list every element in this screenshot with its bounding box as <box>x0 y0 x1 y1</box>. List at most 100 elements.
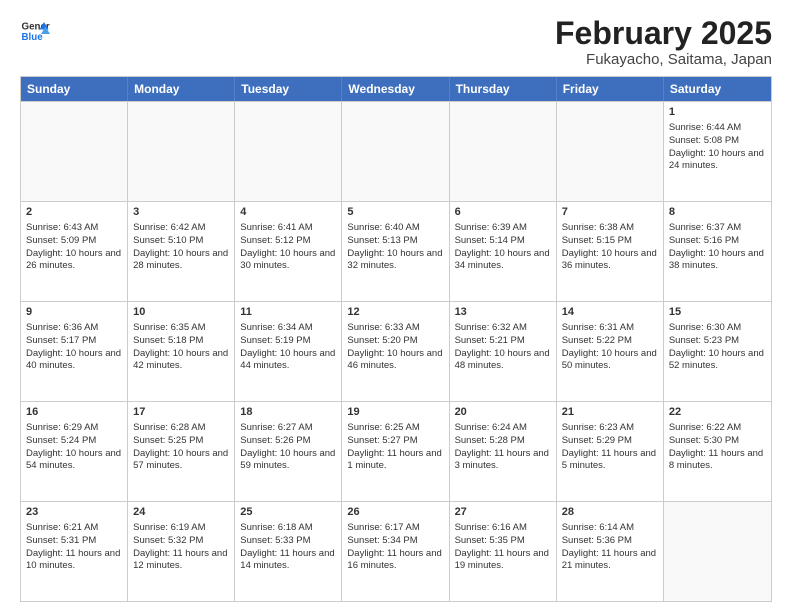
cell-4-4: 27Sunrise: 6:16 AMSunset: 5:35 PMDayligh… <box>450 502 557 601</box>
cell-info-line: Sunrise: 6:27 AM <box>240 422 336 435</box>
cell-info-line: Sunrise: 6:29 AM <box>26 422 122 435</box>
cell-info-line: Sunset: 5:35 PM <box>455 535 551 548</box>
main-title: February 2025 <box>555 16 772 51</box>
week-row-3: 16 Sunrise: 6:29 AMSunset: 5:24 PM Dayligh… <box>21 401 771 501</box>
cell-0-4 <box>450 102 557 201</box>
cell-1-1: 3Sunrise: 6:42 AMSunset: 5:10 PMDaylight… <box>128 202 235 301</box>
cell-info-line: Sunset: 5:24 PM <box>26 435 122 448</box>
cell-info-line: Sunrise: 6:17 AM <box>347 522 443 535</box>
header-saturday: Saturday <box>664 77 771 101</box>
cell-0-1 <box>128 102 235 201</box>
cell-info-line: Daylight: 10 hours and 36 minutes. <box>562 248 658 274</box>
cell-4-6 <box>664 502 771 601</box>
cell-info-line: Daylight: 11 hours and 1 minute. <box>347 448 443 474</box>
title-block: February 2025 Fukayacho, Saitama, Japan <box>555 16 772 68</box>
cell-info-line: Daylight: 11 hours and 12 minutes. <box>133 548 229 574</box>
cell-0-5 <box>557 102 664 201</box>
day-number-16: 16 <box>26 405 122 420</box>
cell-info-line: Daylight: 10 hours and 50 minutes. <box>562 348 658 374</box>
day-number-13: 13 <box>455 305 551 320</box>
cell-info-line: Sunrise: 6:19 AM <box>133 522 229 535</box>
cell-info-line: Sunset: 5:26 PM <box>240 435 336 448</box>
cell-0-6: 1Sunrise: 6:44 AMSunset: 5:08 PMDaylight… <box>664 102 771 201</box>
cell-2-6: 15Sunrise: 6:30 AMSunset: 5:23 PMDayligh… <box>664 302 771 401</box>
cell-3-1: 17Sunrise: 6:28 AMSunset: 5:25 PMDayligh… <box>128 402 235 501</box>
cell-info-line: Sunset: 5:28 PM <box>455 435 551 448</box>
cell-info-line: Sunrise: 6:37 AM <box>669 222 766 235</box>
cell-0-3 <box>342 102 449 201</box>
cell-info-line: Sunrise: 6:36 AM <box>26 322 122 335</box>
cell-info-line: Sunrise: 6:22 AM <box>669 422 766 435</box>
cell-info-line: Sunrise: 6:41 AM <box>240 222 336 235</box>
cell-info-line: Sunrise: 6:28 AM <box>133 422 229 435</box>
header: General Blue February 2025 Fukayacho, Sa… <box>20 16 772 68</box>
cell-info-line: Daylight: 10 hours and 57 minutes. <box>133 448 229 474</box>
day-number-12: 12 <box>347 305 443 320</box>
cell-4-2: 25Sunrise: 6:18 AMSunset: 5:33 PMDayligh… <box>235 502 342 601</box>
cell-info-line: Sunrise: 6:42 AM <box>133 222 229 235</box>
cell-2-2: 11Sunrise: 6:34 AMSunset: 5:19 PMDayligh… <box>235 302 342 401</box>
cell-info-line: Sunset: 5:21 PM <box>455 335 551 348</box>
cell-info-line: Sunset: 5:13 PM <box>347 235 443 248</box>
day-number-4: 4 <box>240 205 336 220</box>
day-number-15: 15 <box>669 305 766 320</box>
header-thursday: Thursday <box>450 77 557 101</box>
cell-info-line: Sunset: 5:12 PM <box>240 235 336 248</box>
cell-3-4: 20Sunrise: 6:24 AMSunset: 5:28 PMDayligh… <box>450 402 557 501</box>
cell-3-3: 19Sunrise: 6:25 AMSunset: 5:27 PMDayligh… <box>342 402 449 501</box>
cell-info-line: Daylight: 10 hours and 30 minutes. <box>240 248 336 274</box>
cell-1-6: 8Sunrise: 6:37 AMSunset: 5:16 PMDaylight… <box>664 202 771 301</box>
week-row-2: 9Sunrise: 6:36 AMSunset: 5:17 PMDaylight… <box>21 301 771 401</box>
cell-info-line: Daylight: 11 hours and 10 minutes. <box>26 548 122 574</box>
week-row-1: 2Sunrise: 6:43 AMSunset: 5:09 PMDaylight… <box>21 201 771 301</box>
cell-2-4: 13Sunrise: 6:32 AMSunset: 5:21 PMDayligh… <box>450 302 557 401</box>
cell-info-line: Sunrise: 6:34 AM <box>240 322 336 335</box>
cell-info-line: Sunrise: 6:33 AM <box>347 322 443 335</box>
cell-info-line: Sunset: 5:15 PM <box>562 235 658 248</box>
cell-info-line: Sunrise: 6:23 AM <box>562 422 658 435</box>
cell-1-0: 2Sunrise: 6:43 AMSunset: 5:09 PMDaylight… <box>21 202 128 301</box>
calendar: Sunday Monday Tuesday Wednesday Thursday… <box>20 76 772 602</box>
cell-info-line: Sunset: 5:36 PM <box>562 535 658 548</box>
day-number-3: 3 <box>133 205 229 220</box>
cell-1-2: 4 Sunrise: 6:41 AMSunset: 5:12 PMDaylight… <box>235 202 342 301</box>
day-number-2: 2 <box>26 205 122 220</box>
header-wednesday: Wednesday <box>342 77 449 101</box>
cell-info-line: Sunset: 5:32 PM <box>133 535 229 548</box>
cell-info-line: Daylight: 10 hours and 32 minutes. <box>347 248 443 274</box>
cell-3-5: 21Sunrise: 6:23 AMSunset: 5:29 PMDayligh… <box>557 402 664 501</box>
day-number-7: 7 <box>562 205 658 220</box>
day-number-20: 20 <box>455 405 551 420</box>
page: General Blue February 2025 Fukayacho, Sa… <box>0 0 792 612</box>
cell-3-6: 22Sunrise: 6:22 AMSunset: 5:30 PMDayligh… <box>664 402 771 501</box>
day-number-6: 6 <box>455 205 551 220</box>
day-number-1: 1 <box>669 105 766 120</box>
calendar-body: 1Sunrise: 6:44 AMSunset: 5:08 PMDaylight… <box>21 101 771 601</box>
cell-3-0: 16Sunrise: 6:29 AMSunset: 5:24 PMDayligh… <box>21 402 128 501</box>
cell-info-line: Daylight: 11 hours and 19 minutes. <box>455 548 551 574</box>
cell-info-line: Sunset: 5:22 PM <box>562 335 658 348</box>
cell-info-line: Daylight: 10 hours and 44 minutes. <box>240 348 336 374</box>
cell-info-line: Sunset: 5:19 PM <box>240 335 336 348</box>
logo-icon: General Blue <box>20 16 50 46</box>
cell-info-line: Sunrise: 6:32 AM <box>455 322 551 335</box>
day-number-22: 22 <box>669 405 766 420</box>
cell-info-line: Sunset: 5:20 PM <box>347 335 443 348</box>
cell-info-line: Sunset: 5:27 PM <box>347 435 443 448</box>
cell-info-line: Sunrise: 6:40 AM <box>347 222 443 235</box>
cell-info-line: Daylight: 10 hours and 46 minutes. <box>347 348 443 374</box>
cell-info-line: Sunset: 5:14 PM <box>455 235 551 248</box>
cell-info-line: Daylight: 10 hours and 42 minutes. <box>133 348 229 374</box>
cell-4-1: 24Sunrise: 6:19 AMSunset: 5:32 PMDayligh… <box>128 502 235 601</box>
subtitle: Fukayacho, Saitama, Japan <box>555 51 772 68</box>
cell-info-line: Sunset: 5:33 PM <box>240 535 336 548</box>
day-number-23: 23 <box>26 505 122 520</box>
cell-info-line: Sunrise: 6:16 AM <box>455 522 551 535</box>
cell-2-3: 12 Sunrise: 6:33 AMSunset: 5:20 PMDayligh… <box>342 302 449 401</box>
day-number-28: 28 <box>562 505 658 520</box>
cell-2-1: 10Sunrise: 6:35 AMSunset: 5:18 PMDayligh… <box>128 302 235 401</box>
cell-1-4: 6Sunrise: 6:39 AMSunset: 5:14 PMDaylight… <box>450 202 557 301</box>
header-friday: Friday <box>557 77 664 101</box>
day-number-21: 21 <box>562 405 658 420</box>
cell-info-line: Sunrise: 6:18 AM <box>240 522 336 535</box>
